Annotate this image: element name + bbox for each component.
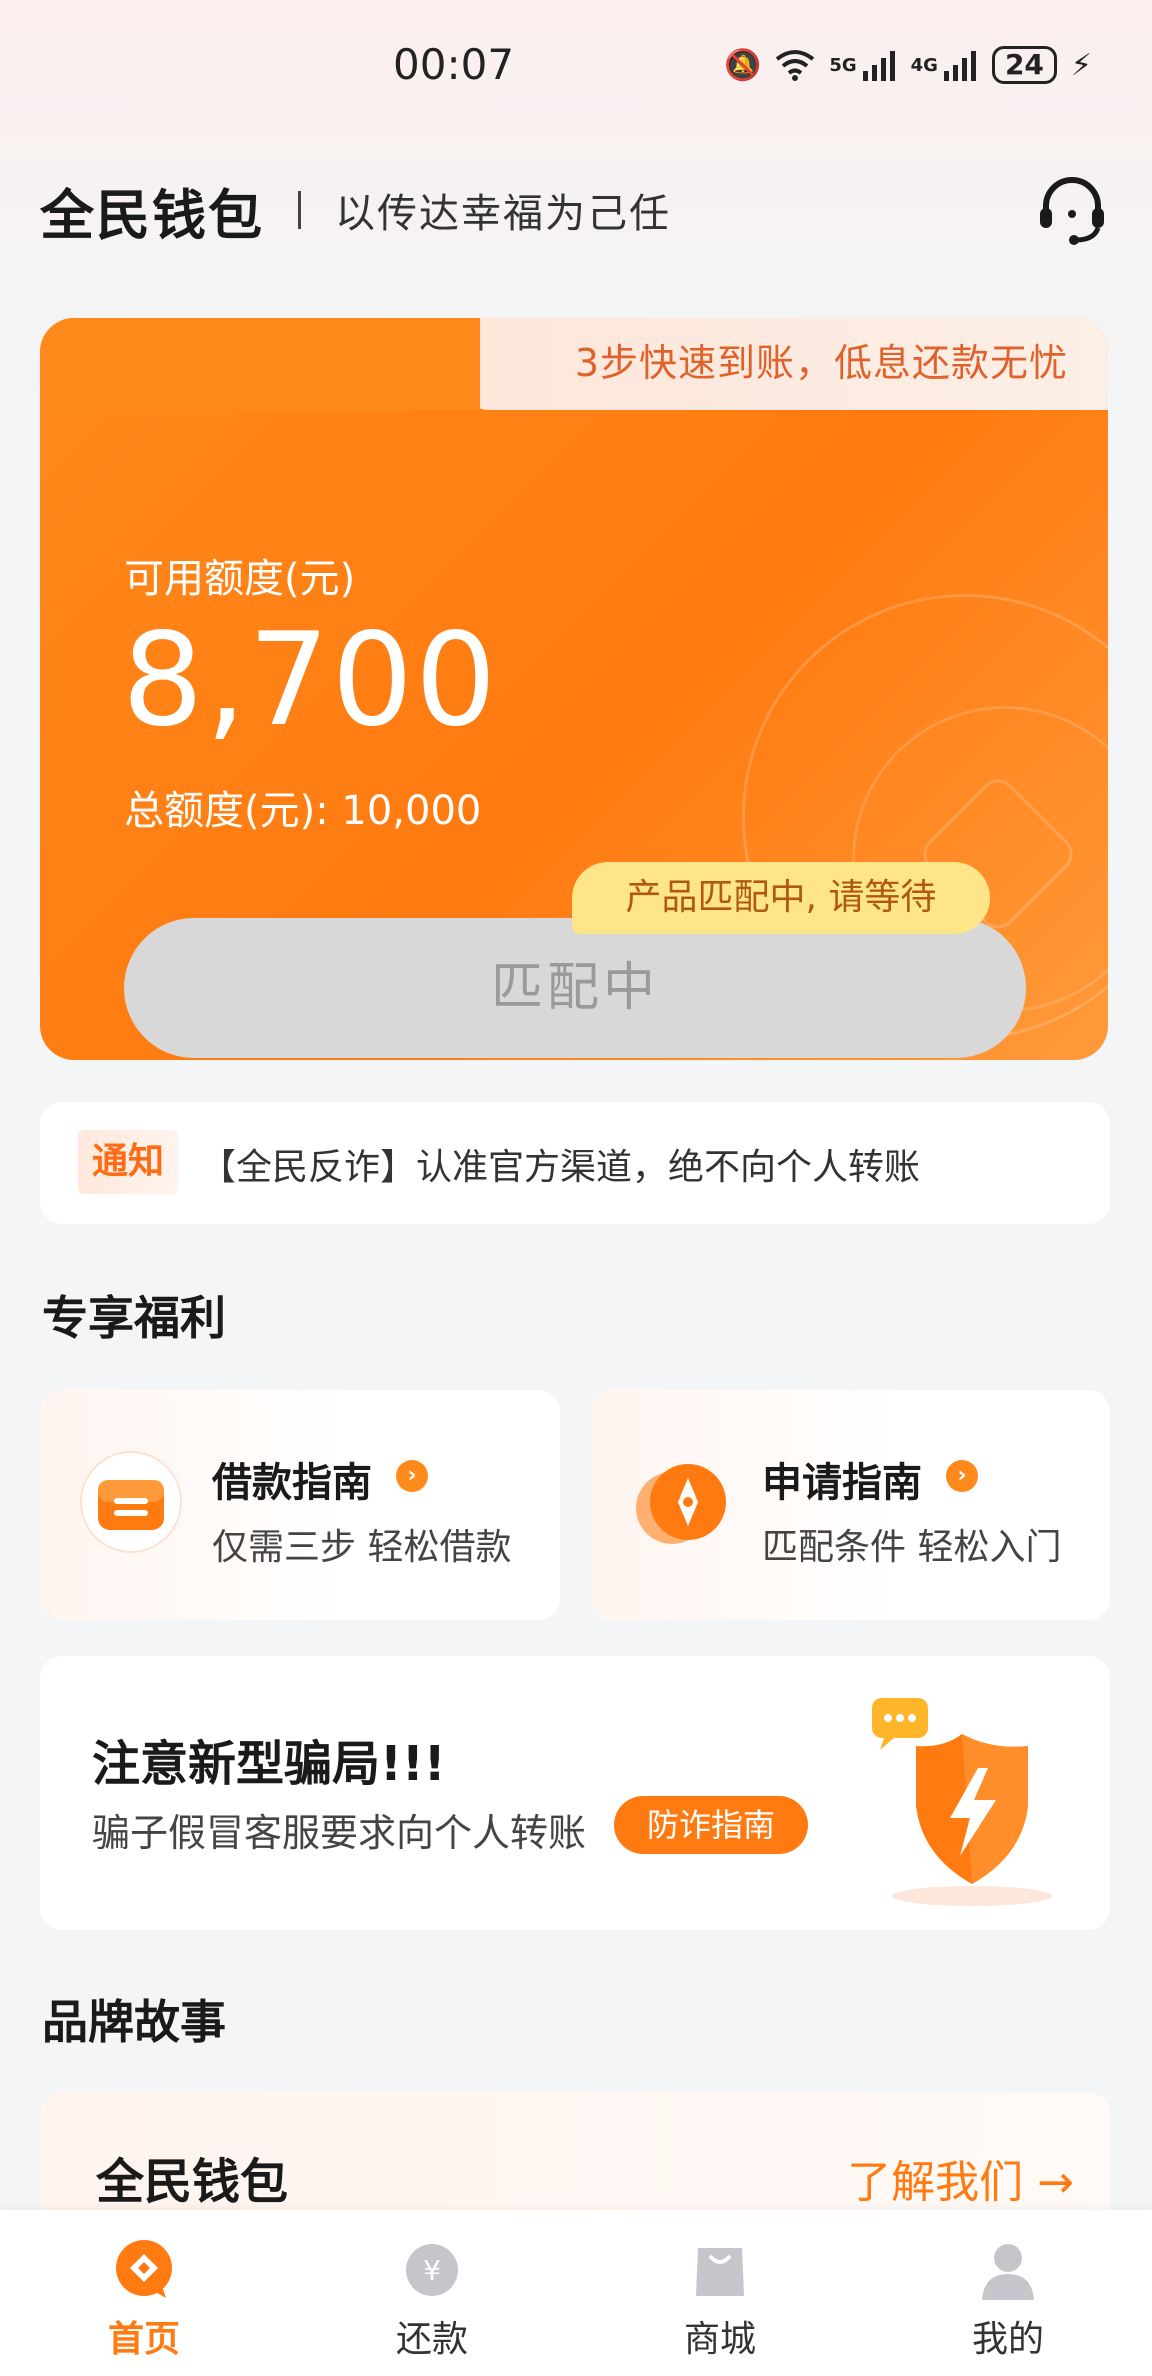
- signal-4g-icon: [943, 51, 976, 81]
- shield-lightning-icon: [872, 1698, 1052, 1906]
- chevron-right-icon: ›: [946, 1460, 978, 1492]
- matching-tooltip: 产品匹配中, 请等待: [572, 862, 990, 934]
- fraud-warning-subtitle: 骗子假冒客服要求向个人转账: [92, 1811, 587, 1855]
- mute-bell-icon: 🔕: [723, 47, 762, 83]
- wifi-icon: [776, 50, 815, 81]
- anti-fraud-banner[interactable]: 注意新型骗局!!! 骗子假冒客服要求向个人转账 防诈指南: [40, 1656, 1110, 1930]
- card-body: 可用额度(元) 8,700 总额度(元): 10,000 匹配中 产品匹配中, …: [40, 406, 1108, 1060]
- fraud-warning-title: 注意新型骗局!!!: [92, 1736, 446, 1792]
- signal-5g-icon: [862, 51, 895, 81]
- customer-service-icon[interactable]: [1032, 170, 1112, 250]
- matching-button[interactable]: 匹配中: [124, 918, 1026, 1058]
- available-limit-label: 可用额度(元): [124, 556, 356, 602]
- nav-label-home: 首页: [107, 2319, 180, 2360]
- app-header: 全民钱包 以传达幸福为己任: [40, 170, 1112, 250]
- card-promo-text: 3步快速到账，低息还款无忧: [574, 341, 1068, 385]
- nav-label-shop: 商城: [683, 2319, 756, 2360]
- anti-fraud-guide-button[interactable]: 防诈指南: [614, 1796, 808, 1854]
- learn-about-us-link[interactable]: 了解我们 →: [847, 2146, 1074, 2210]
- nav-item-repay[interactable]: ¥ 还款: [288, 2210, 576, 2376]
- loan-guide-card[interactable]: 借款指南 › 仅需三步 轻松借款: [40, 1390, 560, 1620]
- brand-slogan: 以传达幸福为己任: [335, 191, 671, 237]
- status-bar: 00:07 🔕 5G 4G 24 ⚡: [0, 0, 1152, 130]
- compass-icon: [636, 1464, 726, 1544]
- credit-limit-card: 3步快速到账，低息还款无忧 可用额度(元) 8,700 总额度(元): 10,0…: [40, 318, 1108, 1060]
- repay-icon: ¥: [406, 2244, 458, 2296]
- brand-story-card-title: 全民钱包: [96, 2154, 289, 2210]
- status-icons: 🔕 5G 4G 24 ⚡: [724, 46, 1092, 84]
- charging-icon: ⚡: [1070, 47, 1092, 83]
- apply-guide-title: 申请指南: [762, 1460, 922, 1506]
- clock: 00:07: [393, 40, 515, 89]
- nav-item-home[interactable]: 首页: [0, 2210, 288, 2376]
- brand-story-section-title: 品牌故事: [42, 1995, 226, 2049]
- available-limit-amount: 8,700: [122, 606, 499, 755]
- loan-guide-title: 借款指南: [212, 1460, 372, 1506]
- nav-label-repay: 还款: [395, 2319, 468, 2360]
- notice-bar[interactable]: 通知 【全民反诈】认准官方渠道，绝不向个人转账: [40, 1102, 1110, 1224]
- benefits-section-title: 专享福利: [42, 1291, 226, 1345]
- notice-text: 【全民反诈】认准官方渠道，绝不向个人转账: [200, 1147, 921, 1188]
- chevron-right-icon: ›: [396, 1460, 428, 1492]
- nav-item-shop[interactable]: 商城: [576, 2210, 864, 2376]
- header-divider: [298, 191, 301, 229]
- home-icon: [116, 2240, 172, 2298]
- nav-item-profile[interactable]: 我的: [864, 2210, 1152, 2376]
- profile-icon: [982, 2244, 1034, 2300]
- signal-4g-label: 4G: [910, 54, 938, 76]
- bottom-navigation: 首页 ¥ 还款 商城 我的: [0, 2210, 1152, 2376]
- apply-guide-subtitle: 匹配条件 轻松入门: [762, 1527, 1062, 1568]
- nav-label-profile: 我的: [971, 2319, 1044, 2360]
- card-tab-notch: [40, 318, 480, 410]
- battery-indicator: 24: [991, 46, 1057, 84]
- svg-text:¥: ¥: [423, 2254, 441, 2287]
- shop-bag-icon: [696, 2248, 744, 2296]
- total-limit-text: 总额度(元): 10,000: [124, 788, 482, 834]
- loan-guide-icon: [80, 1451, 182, 1553]
- apply-guide-card[interactable]: 申请指南 › 匹配条件 轻松入门: [590, 1390, 1110, 1620]
- brand-name: 全民钱包: [40, 183, 264, 247]
- loan-guide-subtitle: 仅需三步 轻松借款: [212, 1527, 512, 1568]
- signal-5g-label: 5G: [829, 54, 857, 76]
- notice-tag: 通知: [78, 1130, 178, 1194]
